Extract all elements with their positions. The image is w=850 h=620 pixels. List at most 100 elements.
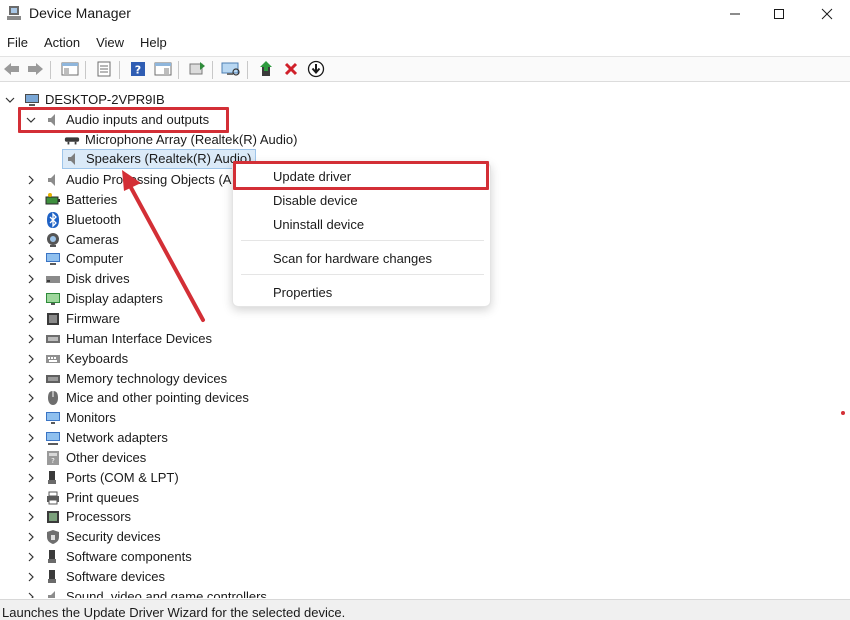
close-button[interactable] — [804, 0, 850, 28]
chevron-right-icon[interactable] — [25, 392, 37, 404]
category-memory-technology-devices[interactable]: Memory technology devices — [25, 369, 227, 389]
sound-controller-icon — [45, 589, 61, 598]
show-hide-console-tree-icon[interactable] — [60, 59, 80, 79]
maximize-button[interactable] — [756, 0, 802, 28]
category-label: Network adapters — [66, 430, 168, 446]
processor-icon — [45, 509, 61, 525]
firmware-icon — [45, 311, 61, 327]
scan-hardware-icon[interactable] — [221, 59, 241, 79]
help-icon[interactable]: ? — [128, 59, 148, 79]
category-security-devices[interactable]: Security devices — [25, 527, 161, 547]
category-label: Software devices — [66, 569, 165, 584]
device-speakers[interactable]: Speakers (Realtek(R) Audio) — [62, 149, 257, 169]
camera-icon — [45, 232, 61, 248]
chevron-right-icon[interactable] — [25, 174, 37, 186]
category-label: Human Interface Devices — [66, 330, 212, 346]
device-label: Microphone Array (Realtek(R) Audio) — [85, 132, 298, 147]
uninstall-icon[interactable] — [281, 59, 301, 79]
update-driver-icon[interactable] — [257, 59, 277, 79]
category-human-interface-devices[interactable]: Human Interface Devices — [25, 329, 212, 349]
chevron-right-icon[interactable] — [25, 412, 37, 424]
chevron-right-icon[interactable] — [25, 531, 37, 543]
chevron-down-icon[interactable] — [4, 94, 16, 106]
hid-icon — [45, 331, 61, 347]
category-software-components[interactable]: Software components — [25, 547, 192, 567]
chevron-right-icon[interactable] — [25, 551, 37, 563]
category-label: Other devices — [66, 449, 147, 465]
category-print-queues[interactable]: Print queues — [25, 488, 139, 508]
menu-bar: File Action View Help — [0, 33, 175, 53]
menu-action[interactable]: Action — [36, 33, 88, 53]
category-sound-video-and-game-controllers[interactable]: Sound, video and game controllers — [25, 587, 267, 598]
category-network-adapters[interactable]: Network adapters — [25, 428, 168, 448]
category-keyboards[interactable]: Keyboards — [25, 349, 128, 369]
category-bluetooth[interactable]: Bluetooth — [25, 210, 121, 230]
mouse-icon — [45, 390, 61, 406]
category-label: Ports (COM & LPT) — [66, 469, 179, 485]
menu-help[interactable]: Help — [132, 33, 175, 53]
category-label: Monitors — [66, 410, 116, 426]
chevron-right-icon[interactable] — [25, 492, 37, 504]
chevron-right-icon[interactable] — [25, 293, 37, 305]
printer-icon — [45, 490, 61, 506]
chevron-right-icon[interactable] — [25, 373, 37, 385]
category-display-adapters[interactable]: Display adapters — [25, 289, 163, 309]
status-text: Launches the Update Driver Wizard for th… — [2, 605, 346, 620]
category-label: Display adapters — [66, 291, 163, 307]
category-processors[interactable]: Processors — [25, 507, 131, 527]
refresh-icon[interactable] — [187, 59, 207, 79]
menu-scan-hardware[interactable]: Scan for hardware changes — [233, 248, 492, 270]
category-firmware[interactable]: Firmware — [25, 309, 120, 329]
computer-icon — [45, 251, 61, 267]
chevron-right-icon[interactable] — [25, 571, 37, 583]
battery-icon — [45, 192, 61, 208]
software-device-icon — [45, 569, 61, 585]
category-label: Disk drives — [66, 271, 130, 287]
chevron-right-icon[interactable] — [25, 194, 37, 206]
category-audio-processing-objects-apos[interactable]: Audio Processing Objects (APOs) — [25, 170, 261, 190]
speaker-icon — [65, 151, 81, 167]
menu-uninstall-device[interactable]: Uninstall device — [233, 214, 492, 236]
category-monitors[interactable]: Monitors — [25, 408, 116, 428]
menu-file[interactable]: File — [0, 33, 36, 53]
chevron-right-icon[interactable] — [25, 313, 37, 325]
category-software-devices[interactable]: Software devices — [25, 567, 165, 587]
properties-icon[interactable] — [94, 59, 114, 79]
category-other-devices[interactable]: ? Other devices — [25, 448, 146, 468]
category-mice-and-other-pointing-devices[interactable]: Mice and other pointing devices — [25, 388, 249, 408]
chevron-right-icon[interactable] — [25, 234, 37, 246]
menu-view[interactable]: View — [88, 33, 132, 53]
category-computer[interactable]: Computer — [25, 249, 123, 269]
chevron-right-icon[interactable] — [25, 214, 37, 226]
back-icon[interactable] — [2, 59, 22, 79]
chevron-right-icon[interactable] — [25, 472, 37, 484]
menu-disable-device[interactable]: Disable device — [233, 190, 492, 212]
chevron-right-icon[interactable] — [25, 452, 37, 464]
chevron-right-icon[interactable] — [25, 333, 37, 345]
category-ports-com-lpt[interactable]: Ports (COM & LPT) — [25, 468, 179, 488]
svg-text:?: ? — [51, 457, 55, 465]
category-disk-drives[interactable]: Disk drives — [25, 269, 130, 289]
menu-properties[interactable]: Properties — [233, 282, 492, 304]
action-pane-icon[interactable] — [153, 59, 173, 79]
chevron-right-icon[interactable] — [25, 432, 37, 444]
chevron-right-icon[interactable] — [25, 273, 37, 285]
bluetooth-icon — [45, 211, 61, 228]
software-component-icon — [45, 549, 61, 565]
category-label: Computer — [66, 251, 124, 267]
scroll-marker — [841, 411, 845, 415]
category-label: Mice and other pointing devices — [66, 390, 249, 406]
forward-icon[interactable] — [25, 59, 45, 79]
chevron-right-icon[interactable] — [25, 253, 37, 265]
category-cameras[interactable]: Cameras — [25, 230, 119, 250]
device-microphone-array[interactable]: Microphone Array (Realtek(R) Audio) — [64, 130, 297, 150]
chevron-right-icon[interactable] — [25, 511, 37, 523]
minimize-button[interactable] — [712, 0, 758, 28]
chevron-right-icon[interactable] — [25, 353, 37, 365]
memory-icon — [45, 371, 61, 387]
disable-icon[interactable] — [306, 59, 326, 79]
category-batteries[interactable]: Batteries — [25, 190, 117, 210]
network-adapter-icon — [45, 430, 61, 446]
title-bar: Device Manager — [0, 0, 850, 28]
chevron-right-icon[interactable] — [25, 591, 37, 598]
